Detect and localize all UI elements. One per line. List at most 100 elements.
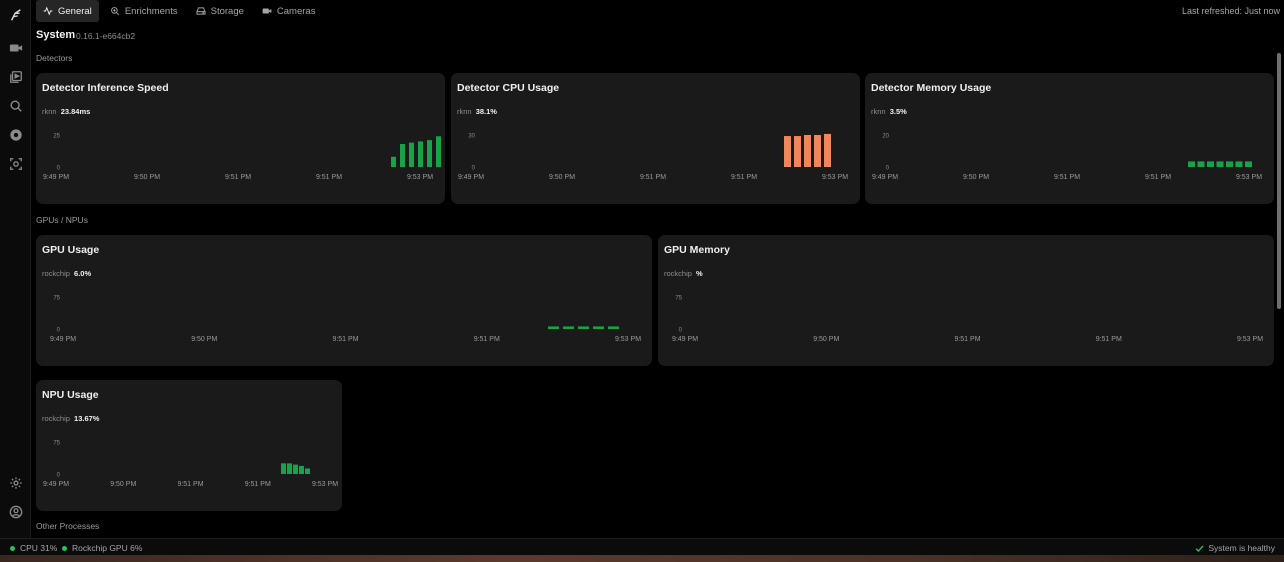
- y-tick-label: 30: [468, 134, 475, 140]
- health-status[interactable]: System is healthy: [1195, 543, 1275, 553]
- x-tick-label: 9:51 PM: [954, 336, 980, 343]
- y-tick-label: 25: [53, 134, 60, 140]
- scrollbar[interactable]: [1277, 53, 1281, 309]
- chart-bar[interactable]: [1235, 161, 1243, 167]
- x-tick-label: 9:50 PM: [134, 174, 160, 181]
- tab-general[interactable]: General: [36, 0, 99, 22]
- export-icon[interactable]: [6, 125, 25, 144]
- card-npu-usage: NPU Usage rockchip 13.67% 0 75 9:49 PM 9:50…: [36, 380, 342, 511]
- account-avatar-icon[interactable]: [6, 502, 25, 521]
- gpu-status-label: Rockchip GPU 6%: [72, 543, 143, 553]
- x-tick-label: 9:51 PM: [1145, 174, 1171, 181]
- card-subtitle: rockchip %: [664, 269, 703, 278]
- explore-search-icon[interactable]: [6, 96, 25, 115]
- hard-drive-icon: [196, 7, 206, 15]
- chart-bar[interactable]: [1207, 161, 1214, 167]
- chart-bar[interactable]: [814, 135, 821, 167]
- frigate-logo-icon[interactable]: [6, 5, 25, 24]
- x-tick-label: 9:50 PM: [191, 336, 217, 343]
- chart-bar[interactable]: [287, 463, 292, 474]
- card-detector-inference: Detector Inference Speed rknn 23.84ms 0 2…: [36, 73, 445, 204]
- x-tick-label: 9:49 PM: [458, 174, 484, 181]
- x-tick-label: 9:51 PM: [245, 481, 271, 488]
- chart-bar[interactable]: [391, 156, 396, 167]
- gpu-memory-chart: 0 75 9:49 PM 9:50 PM 9:51 PM 9:51 PM 9:53 PM: [672, 296, 1263, 344]
- card-subtitle: rockchip 6.0%: [42, 269, 91, 278]
- chart-bar[interactable]: [299, 465, 304, 474]
- live-video-icon[interactable]: [6, 38, 25, 57]
- chart-bar[interactable]: [1245, 161, 1252, 167]
- card-title: Detector CPU Usage: [457, 82, 560, 94]
- face-library-icon[interactable]: [6, 154, 25, 173]
- x-tick-label: 9:49 PM: [50, 336, 76, 343]
- series-name: rockchip: [42, 414, 70, 423]
- x-tick-label: 9:49 PM: [872, 174, 898, 181]
- cpu-chart: 0 30 9:49 PM 9:50 PM 9:51 PM 9:51 PM 9:53 PM: [458, 133, 848, 182]
- card-title: NPU Usage: [42, 389, 99, 401]
- review-icon[interactable]: [6, 67, 25, 86]
- chart-bar[interactable]: [1216, 161, 1224, 167]
- chart-bar[interactable]: [1188, 161, 1195, 167]
- cpu-status-label: CPU 31%: [20, 543, 58, 553]
- y-tick-label: 0: [57, 328, 61, 334]
- y-tick-label: 0: [886, 166, 890, 172]
- chart-bar[interactable]: [593, 326, 604, 329]
- x-tick-label: 9:49 PM: [672, 336, 698, 343]
- x-tick-label: 9:51 PM: [225, 174, 251, 181]
- chart-bar[interactable]: [400, 143, 405, 167]
- y-tick-label: 0: [679, 328, 683, 334]
- x-tick-label: 9:51 PM: [640, 174, 666, 181]
- x-tick-label: 9:50 PM: [549, 174, 575, 181]
- series-value: %: [696, 269, 703, 278]
- y-tick-label: 0: [472, 166, 476, 172]
- series-value: 3.5%: [889, 107, 907, 116]
- status-dot-icon: [62, 545, 67, 551]
- series-value: 23.84ms: [60, 107, 91, 116]
- npu-chart: 0 75 9:49 PM 9:50 PM 9:51 PM 9:51 PM 9:53 PM: [43, 441, 338, 489]
- x-tick-label: 9:51 PM: [332, 336, 358, 343]
- chart-bar[interactable]: [563, 326, 574, 329]
- chart-bar[interactable]: [578, 326, 589, 329]
- card-title: GPU Usage: [42, 244, 100, 256]
- tab-bar: General Enrichments Storage Cameras: [36, 0, 322, 22]
- series-name: rockchip: [664, 269, 692, 278]
- series-name: rockchip: [42, 269, 70, 278]
- check-icon: [1196, 545, 1204, 552]
- gpu-usage-chart: 0 75 9:49 PM 9:50 PM 9:51 PM 9:51 PM 9:53 PM: [50, 296, 641, 344]
- x-tick-label: 9:53 PM: [822, 174, 848, 181]
- chart-bar[interactable]: [804, 135, 811, 167]
- chart-bar[interactable]: [293, 464, 298, 474]
- chart-bar[interactable]: [794, 136, 801, 167]
- series-name: rknn: [42, 107, 57, 116]
- settings-gear-icon[interactable]: [6, 473, 25, 492]
- cpu-status[interactable]: CPU 31%: [10, 543, 57, 553]
- memory-chart: 0 20 9:49 PM 9:50 PM 9:51 PM 9:51 PM 9:53 PM: [872, 134, 1262, 182]
- chart-bar[interactable]: [418, 141, 423, 167]
- chart-bar[interactable]: [281, 463, 286, 474]
- chart-bar[interactable]: [608, 326, 619, 329]
- chart-bar[interactable]: [427, 140, 432, 167]
- series-value: 13.67%: [74, 414, 100, 423]
- status-dot-icon: [10, 545, 15, 551]
- series-value: 38.1%: [475, 107, 497, 116]
- chart-bar[interactable]: [1226, 161, 1233, 167]
- chart-bar[interactable]: [436, 136, 441, 167]
- chart-bar[interactable]: [409, 142, 414, 167]
- card-title: GPU Memory: [664, 244, 730, 256]
- chart-bar[interactable]: [824, 133, 831, 167]
- tab-storage[interactable]: Storage: [189, 0, 251, 22]
- x-tick-label: 9:49 PM: [43, 481, 69, 488]
- tab-general-label: General: [58, 5, 92, 17]
- card-subtitle: rknn 38.1%: [457, 107, 497, 116]
- chart-bar[interactable]: [305, 468, 310, 474]
- card-gpu-usage: GPU Usage rockchip 6.0% 0 75 9:49 PM 9:50 P…: [36, 235, 652, 366]
- chart-bar[interactable]: [1197, 161, 1205, 167]
- tab-cameras[interactable]: Cameras: [255, 0, 323, 22]
- gpu-status[interactable]: Rockchip GPU 6%: [62, 543, 142, 553]
- chart-bar[interactable]: [548, 326, 559, 329]
- card-gpu-memory: GPU Memory rockchip % 0 75 9:49 PM 9:50 PM 9…: [658, 235, 1274, 366]
- tab-enrichments[interactable]: Enrichments: [103, 0, 185, 22]
- chart-bar[interactable]: [784, 136, 791, 167]
- series-value: 6.0%: [74, 269, 92, 278]
- section-gpus: GPUs / NPUs: [36, 215, 88, 225]
